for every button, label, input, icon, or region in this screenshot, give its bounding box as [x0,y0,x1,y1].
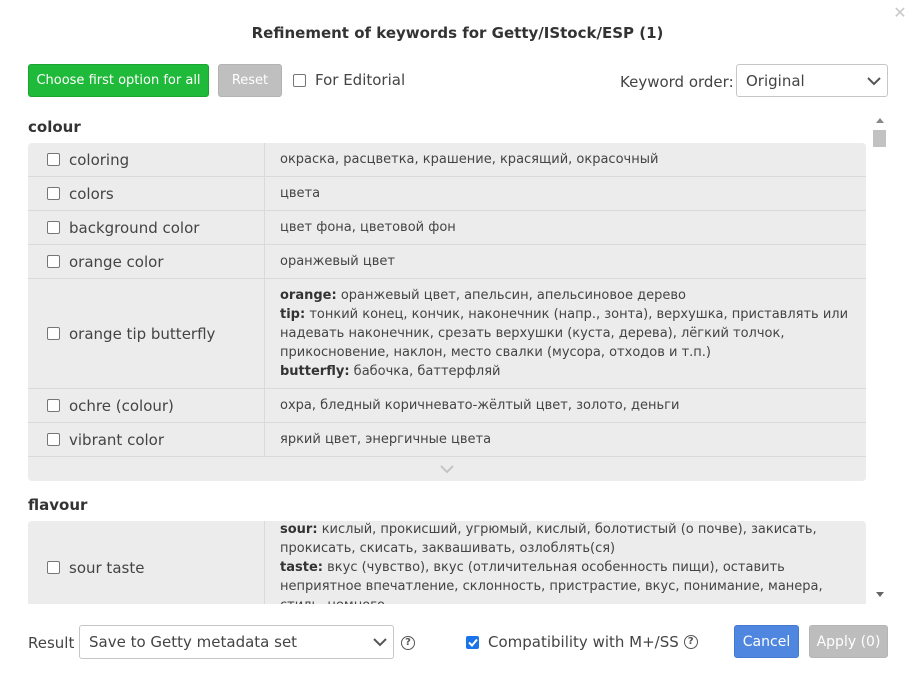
keyword-translation: окраска, расцветка, крашение, красящий, … [280,152,659,167]
keyword-checkbox[interactable] [47,153,60,166]
editorial-label: For Editorial [315,71,406,89]
keyword-option[interactable]: colors [28,177,265,210]
keyword-row[interactable]: orange tip butterfly orange: оранжевый ц… [28,279,866,389]
keyword-option[interactable]: orange color [28,245,265,278]
term-line: butterfly: бабочка, баттерфляй [280,362,852,381]
keyword-row[interactable]: orange color оранжевый цвет [28,245,866,279]
keyword-checkbox[interactable] [47,327,60,340]
footer: Result Save to Getty metadata set ? Comp… [28,625,888,659]
apply-button[interactable]: Apply (0) [809,625,888,658]
reset-button[interactable]: Reset [218,64,282,97]
help-icon[interactable]: ? [683,635,698,649]
keyword-option[interactable]: sour taste [28,521,265,604]
keyword-label: orange color [69,252,164,271]
keyword-checkbox[interactable] [47,561,60,574]
term-line: orange: оранжевый цвет, апельсин, апельс… [280,286,852,305]
keyword-option[interactable]: coloring [28,143,265,176]
keyword-label: sour taste [69,558,145,577]
keyword-label: background color [69,218,200,237]
keyword-translation: цвета [280,186,321,201]
compatibility-label: Compatibility with M+/SS [488,633,679,651]
dialog-title: Refinement of keywords for Getty/IStock/… [251,24,664,42]
cancel-button[interactable]: Cancel [734,625,799,658]
term-word: orange: [280,288,337,303]
keyword-order-value: Original [746,71,805,90]
chevron-down-icon [373,638,387,647]
vertical-scrollbar[interactable] [872,112,888,604]
close-icon[interactable]: ✕ [893,5,907,21]
group-title-colour: colour [28,118,81,136]
keyword-translation: цвет фона, цветовой фон [280,220,456,235]
scroll-down-arrow-icon[interactable] [876,592,884,597]
term-text: бабочка, баттерфляй [353,364,501,379]
keyword-order-select[interactable]: Original [736,64,888,97]
term-text: вкус (чувство), вкус (отличительная особ… [280,560,823,604]
keyword-label: coloring [69,150,130,169]
keyword-option[interactable]: orange tip butterfly [28,279,265,388]
chevron-down-icon [867,76,881,85]
keyword-checkbox[interactable] [47,221,60,234]
group-title-flavour: flavour [28,496,88,514]
editorial-checkbox[interactable] [293,73,306,87]
keyword-checkbox[interactable] [47,433,60,446]
keyword-label: vibrant color [69,430,165,449]
term-line: taste: вкус (чувство), вкус (отличительн… [280,558,852,604]
term-line: sour: кислый, прокисший, угрюмый, кислый… [280,520,852,558]
keyword-translation: яркий цвет, энергичные цвета [280,432,492,447]
keyword-translation-multi: sour: кислый, прокисший, угрюмый, кислый… [265,521,866,604]
keyword-option[interactable]: vibrant color [28,423,265,456]
keyword-option[interactable]: ochre (colour) [28,389,265,422]
compatibility-checkbox[interactable] [466,635,479,649]
keyword-row[interactable]: coloring окраска, расцветка, крашение, к… [28,143,866,177]
keyword-label: ochre (colour) [69,396,174,415]
editorial-checkbox-label[interactable]: For Editorial [293,71,405,89]
chevron-down-icon [440,465,454,474]
keyword-row[interactable]: vibrant color яркий цвет, энергичные цве… [28,423,866,457]
keyword-label: orange tip butterfly [69,324,216,343]
keywords-scroll-area[interactable]: colour coloring окраска, расцветка, краш… [28,112,888,604]
term-text: оранжевый цвет, апельсин, апельсиновое д… [340,288,686,303]
keyword-row[interactable]: sour taste sour: кислый, прокисший, угрю… [28,521,866,604]
keyword-translation-multi: orange: оранжевый цвет, апельсин, апельс… [265,279,866,388]
result-select[interactable]: Save to Getty metadata set [79,625,394,659]
term-word: tip: [280,307,306,322]
keyword-checkbox[interactable] [47,399,60,412]
term-text: тонкий конец, кончик, наконечник (напр.,… [280,307,849,360]
keyword-checkbox[interactable] [47,187,60,200]
expand-group-button[interactable] [28,457,866,481]
keyword-row[interactable]: ochre (colour) охра, бледный коричневато… [28,389,866,423]
keyword-label: colors [69,184,114,203]
term-word: taste: [280,560,323,575]
keyword-order-label: Keyword order: [620,73,734,91]
result-value: Save to Getty metadata set [89,633,298,651]
keyword-row[interactable]: colors цвета [28,177,866,211]
choose-first-option-button[interactable]: Choose first option for all [28,64,209,97]
checkmark-icon [467,638,478,647]
term-word: butterfly: [280,364,350,379]
keywords-content: colour coloring окраска, расцветка, краш… [28,112,866,604]
toolbar: Choose first option for all Reset For Ed… [28,64,888,98]
term-text: кислый, прокисший, угрюмый, кислый, боло… [280,522,817,556]
keyword-translation: оранжевый цвет [280,254,395,269]
term-word: sour: [280,522,318,537]
keyword-row[interactable]: background color цвет фона, цветовой фон [28,211,866,245]
group-flavour: sour taste sour: кислый, прокисший, угрю… [28,521,866,604]
scrollbar-thumb[interactable] [873,130,886,147]
scroll-up-arrow-icon[interactable] [876,118,884,123]
keyword-checkbox[interactable] [47,255,60,268]
help-icon[interactable]: ? [401,636,415,650]
result-label: Result [28,634,75,652]
keyword-translation: охра, бледный коричневато-жёлтый цвет, з… [280,398,680,413]
keyword-option[interactable]: background color [28,211,265,244]
compatibility-checkbox-label[interactable]: Compatibility with M+/SS ? [466,633,698,651]
group-colour: coloring окраска, расцветка, крашение, к… [28,143,866,481]
term-line: tip: тонкий конец, кончик, наконечник (н… [280,305,852,362]
